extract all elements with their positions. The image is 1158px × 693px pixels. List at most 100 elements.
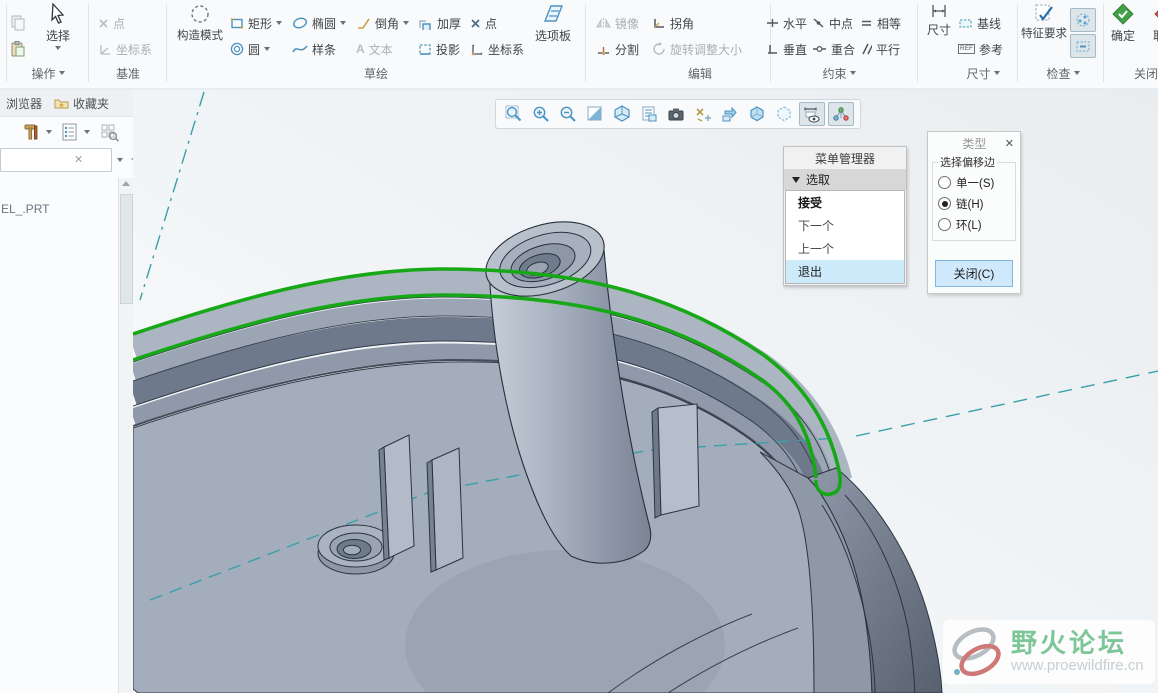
type-dialog-titlebar[interactable]: 类型 ✕ — [928, 132, 1020, 154]
radio-single[interactable]: 单一(S) — [938, 172, 1013, 193]
menu-manager-title[interactable]: 菜单管理器 — [784, 147, 906, 169]
dotted-rect-icon — [1075, 38, 1091, 54]
thicken-tool[interactable]: 加厚 — [418, 12, 461, 34]
dimension-button[interactable]: 尺寸 — [922, 3, 956, 59]
ellipse-tool[interactable]: 椭圆 — [292, 12, 347, 34]
chevron-down-icon — [1073, 71, 1080, 75]
baseline-button[interactable]: 基线 — [958, 12, 1001, 34]
overlapping-geometry-toggle[interactable] — [1070, 8, 1096, 32]
scroll-up-icon[interactable] — [122, 181, 130, 186]
menu-item-previous[interactable]: 上一个 — [786, 237, 904, 260]
chevron-down-icon — [276, 21, 283, 25]
project-tool[interactable]: 投影 — [418, 38, 460, 60]
reference-button[interactable]: REF 参考 — [958, 38, 1003, 60]
type-close-button[interactable]: 关闭(C) — [935, 260, 1013, 287]
radio-loop[interactable]: 环(L) — [938, 214, 1013, 235]
datum-display-button[interactable] — [691, 103, 715, 125]
menu-manager: 菜单管理器 选取 接受 下一个 上一个 退出 — [783, 146, 907, 286]
clear-search-icon[interactable]: ✕ — [74, 153, 83, 166]
chevron-down-icon — [55, 46, 61, 50]
model-rib-middle[interactable] — [426, 447, 464, 573]
spin-center-button[interactable] — [828, 102, 854, 126]
chamfer-icon — [356, 17, 371, 30]
close-icon[interactable]: ✕ — [1005, 137, 1014, 150]
group-divider — [166, 4, 167, 82]
constraint-coincident[interactable]: 重合 — [812, 38, 855, 60]
repaint-button[interactable] — [583, 103, 607, 125]
highlight-open-ends-toggle[interactable] — [1070, 34, 1096, 58]
copy-button[interactable] — [10, 12, 26, 34]
select-label: 选择 — [45, 29, 70, 43]
chevron-down-icon — [403, 21, 410, 25]
paste-button[interactable] — [10, 38, 26, 60]
type-dialog-title: 类型 — [962, 136, 987, 151]
scrollbar-thumb[interactable] — [120, 194, 133, 304]
spline-icon — [292, 43, 308, 55]
corner-button[interactable]: 拐角 — [652, 12, 694, 34]
tree-settings-icon[interactable] — [100, 123, 120, 142]
zoom-out-button[interactable] — [556, 103, 580, 125]
view-manager-button[interactable] — [718, 103, 742, 125]
tools-hammer-icon[interactable] — [22, 123, 40, 141]
type-dialog: 类型 ✕ 选择偏移边 单一(S) 链(H) 环(L) 关闭(C) — [927, 131, 1021, 294]
radio-chain[interactable]: 链(H) — [938, 193, 1013, 214]
constraint-parallel[interactable]: 平行 — [860, 38, 900, 60]
feature-requirements-button[interactable]: 特征要求 — [1020, 3, 1068, 59]
search-input[interactable] — [0, 148, 112, 172]
image-capture-button[interactable] — [664, 103, 688, 125]
section-collapse-icon — [792, 176, 800, 183]
menu-item-quit[interactable]: 退出 — [786, 260, 904, 283]
display-style-button[interactable] — [745, 103, 769, 125]
view-orientation-button[interactable] — [610, 103, 634, 125]
favorites-folder-icon — [54, 97, 69, 109]
menu-section-select[interactable]: 选取 — [784, 169, 906, 190]
rectangle-tool[interactable]: 矩形 — [230, 12, 283, 34]
model-rib-left[interactable] — [378, 434, 415, 561]
group-label-operations[interactable]: 操作 — [20, 64, 76, 82]
point-tool[interactable]: 点 — [470, 12, 497, 34]
tree-filter-list-icon[interactable] — [61, 123, 78, 141]
refit-button[interactable] — [502, 103, 526, 125]
tab-browser[interactable]: 浏览器 — [0, 90, 48, 116]
constraint-equal[interactable]: 相等 — [860, 12, 901, 34]
zoom-out-icon — [559, 105, 577, 123]
chevron-down-icon[interactable] — [46, 130, 52, 134]
zoom-in-button[interactable] — [529, 103, 553, 125]
ok-button[interactable]: 确定 — [1104, 3, 1142, 59]
group-label-dimension[interactable]: 尺寸 — [952, 64, 1014, 82]
chamfer-tool[interactable]: 倒角 — [356, 12, 410, 34]
menu-item-next[interactable]: 下一个 — [786, 214, 904, 237]
csys-tool[interactable]: 坐标系 — [470, 38, 524, 60]
constraint-horizontal[interactable]: 水平 — [766, 12, 807, 34]
model-rib-right[interactable] — [651, 403, 700, 519]
group-label-constrain[interactable]: 约束 — [808, 64, 870, 82]
parallel-constraint-icon — [860, 43, 872, 55]
tree-scrollbar[interactable] — [118, 178, 133, 693]
model-tree-item[interactable]: EL_.PRT — [1, 202, 49, 216]
creo-sketch-window: { "ribbon": { "select": "选择", "op_label"… — [0, 0, 1158, 693]
select-button[interactable]: 选择 — [36, 3, 80, 59]
cursor-arrow-icon — [48, 3, 68, 25]
constraint-midpoint[interactable]: 中点 — [812, 12, 853, 34]
ref-icon: REF — [958, 44, 975, 54]
annotation-display-button[interactable] — [799, 102, 825, 126]
circle-tool[interactable]: 圆 — [230, 38, 271, 60]
chevron-down-icon[interactable] — [117, 158, 123, 162]
radio-selected-icon — [938, 197, 951, 210]
tab-favorites[interactable]: 收藏夹 — [48, 90, 115, 116]
menu-item-accept[interactable]: 接受 — [786, 191, 904, 214]
spline-tool[interactable]: 样条 — [292, 38, 336, 60]
divide-button[interactable]: 分割 — [596, 38, 639, 60]
transparent-style-button[interactable] — [772, 103, 796, 125]
mirror-button: 镜像 — [596, 12, 639, 34]
palette-button[interactable]: 选项板 — [526, 3, 580, 59]
cancel-button[interactable]: 取消 — [1146, 3, 1158, 59]
constraint-vertical[interactable]: 垂直 — [766, 38, 807, 60]
palette-icon — [541, 3, 565, 25]
feature-requirements-label: 特征要求 — [1021, 28, 1067, 40]
construction-mode-button[interactable]: 构造模式 — [168, 3, 232, 59]
saved-views-button[interactable] — [637, 103, 661, 125]
cancel-label: 取消 — [1153, 27, 1158, 44]
chevron-down-icon[interactable] — [84, 130, 90, 134]
group-label-inspect[interactable]: 检查 — [1034, 64, 1092, 82]
